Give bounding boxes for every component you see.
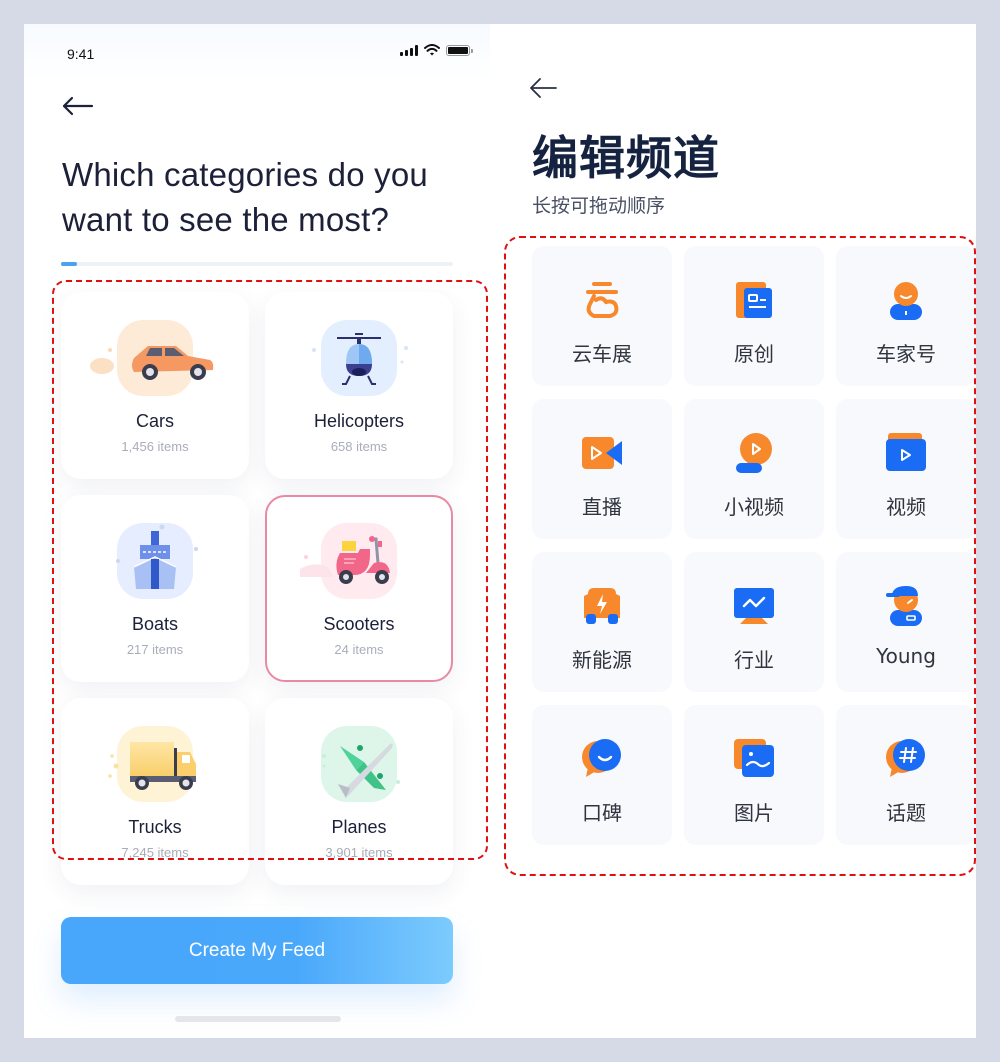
topic-hashtag-icon — [886, 739, 925, 777]
battery-icon — [446, 44, 473, 56]
channel-label: 口碑 — [582, 801, 622, 825]
channel-card[interactable]: 云车展 — [532, 246, 672, 386]
channel-card[interactable]: 小视频 — [684, 399, 824, 539]
progress-fill — [61, 262, 77, 266]
category-count: 1,456 items — [121, 439, 189, 454]
create-my-feed-button[interactable]: Create My Feed — [61, 917, 453, 984]
category-picker-screen: 9:41 Which categories do you want to see… — [24, 24, 490, 1038]
channel-card[interactable]: 口碑 — [532, 705, 672, 845]
channel-card[interactable]: 新能源 — [532, 552, 672, 692]
category-count: 3,901 items — [325, 845, 393, 860]
industry-monitor-icon — [734, 588, 774, 624]
plane-icon — [294, 726, 424, 806]
category-card-cars[interactable]: Cars 1,456 items — [61, 292, 249, 479]
boat-icon — [90, 523, 220, 603]
channel-card[interactable]: 车家号 — [836, 246, 976, 386]
category-card-scooters[interactable]: Scooters 24 items — [265, 495, 453, 682]
picture-icon — [734, 739, 774, 777]
live-camera-icon — [582, 437, 622, 469]
electric-car-icon — [584, 588, 620, 624]
category-name: Helicopters — [313, 411, 405, 431]
category-name: Cars — [135, 411, 174, 431]
page-title: 编辑频道 — [532, 131, 720, 185]
category-card-boats[interactable]: Boats 217 items — [61, 495, 249, 682]
status-time: 9:41 — [67, 46, 95, 62]
review-chat-icon — [582, 739, 621, 777]
back-arrow-icon[interactable] — [528, 76, 558, 100]
category-name: Boats — [131, 614, 179, 634]
channel-label: 直播 — [582, 495, 622, 519]
channel-label: 话题 — [886, 801, 926, 825]
car-icon — [90, 320, 220, 400]
video-icon — [886, 433, 926, 471]
channel-card[interactable]: Young — [836, 552, 976, 692]
helicopter-icon — [294, 320, 424, 400]
channel-label: 原创 — [734, 342, 774, 366]
category-grid: Cars 1,456 items Helicopters 658 items B… — [61, 292, 453, 885]
category-name: Scooters — [323, 614, 395, 634]
channel-card[interactable]: 行业 — [684, 552, 824, 692]
short-video-icon — [736, 433, 772, 473]
channel-label: 小视频 — [724, 495, 784, 519]
wifi-icon — [424, 44, 440, 56]
channel-label: 云车展 — [572, 342, 632, 366]
channel-grid: 云车展 原创 车家号 直播 小视频 视频 新能源 行业 Young 口碑 图片 … — [532, 246, 992, 845]
home-indicator — [175, 1016, 341, 1022]
onboarding-progress-bar — [61, 262, 453, 266]
original-card-icon — [736, 282, 772, 318]
category-count: 217 items — [126, 642, 184, 657]
category-card-trucks[interactable]: Trucks 7,245 items — [61, 698, 249, 885]
category-count: 24 items — [334, 642, 384, 657]
channel-label: 行业 — [734, 648, 774, 672]
cloud-expo-icon — [586, 282, 619, 318]
page-subtitle: 长按可拖动顺序 — [532, 195, 666, 217]
category-count: 658 items — [330, 439, 388, 454]
channel-card[interactable]: 视频 — [836, 399, 976, 539]
category-name: Trucks — [128, 817, 182, 837]
status-icons — [400, 44, 473, 56]
channel-label: 图片 — [734, 801, 774, 825]
channel-label: Young — [876, 644, 936, 668]
page-headline: Which categories do you want to see the … — [62, 156, 428, 238]
channel-label: 新能源 — [572, 648, 632, 672]
channel-card[interactable]: 话题 — [836, 705, 976, 845]
channel-label: 视频 — [886, 495, 926, 519]
category-card-planes[interactable]: Planes 3,901 items — [265, 698, 453, 885]
channel-card[interactable]: 原创 — [684, 246, 824, 386]
user-account-icon — [890, 282, 922, 320]
channel-label: 车家号 — [876, 342, 936, 366]
category-count: 7,245 items — [121, 845, 189, 860]
category-name: Planes — [331, 817, 387, 837]
signal-icon — [400, 44, 418, 56]
truck-icon — [90, 726, 220, 806]
young-user-icon — [886, 586, 922, 626]
status-bar: 9:41 — [24, 24, 490, 84]
category-card-helicopters[interactable]: Helicopters 658 items — [265, 292, 453, 479]
channel-card[interactable]: 直播 — [532, 399, 672, 539]
edit-channels-screen: 编辑频道 长按可拖动顺序 云车展 原创 车家号 直播 小视频 视频 新能源 行业… — [490, 24, 976, 1038]
channel-card[interactable]: 图片 — [684, 705, 824, 845]
back-arrow-icon[interactable] — [60, 94, 94, 118]
scooter-icon — [294, 523, 424, 603]
